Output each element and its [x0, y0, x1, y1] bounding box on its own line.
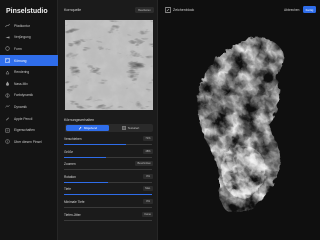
pencil-icon: [5, 116, 10, 121]
setting-row: Zoomen Beschnitten: [58, 161, 158, 173]
panel-header: Kornquelle Bearbeiten: [58, 0, 158, 20]
segment-moving-label: Mitgehend: [83, 126, 98, 130]
setting-slider-fill: [64, 181, 108, 183]
setting-label: Verschieben: [64, 137, 82, 141]
setting-slider-fill: [64, 194, 152, 196]
setting-label: Zoomen: [64, 162, 76, 167]
sidebar-item-grain[interactable]: Körnung: [0, 54, 58, 67]
setting-label: Tiefen-Jitter: [64, 212, 81, 217]
stroke-path-icon: [5, 23, 10, 28]
sidebar-item-shape[interactable]: Form: [0, 43, 58, 55]
setting-row: Rotation 0%: [58, 173, 158, 186]
sidebar-item-label: Pfadkontur: [14, 23, 30, 28]
sidebar-item-rendering[interactable]: Rendering: [0, 66, 58, 78]
color-dynamics-icon: [5, 93, 10, 98]
grain-texture-image: [65, 20, 153, 110]
sidebar-item-label: Verjüngung: [14, 35, 31, 40]
setting-value[interactable]: 0%: [143, 199, 153, 204]
segment-texturized[interactable]: Texturiert: [109, 125, 152, 131]
grain-icon: [5, 58, 10, 63]
sidebar-item-label: Form: [14, 46, 22, 51]
brush-stroke-preview: [158, 0, 320, 240]
cancel-button[interactable]: Abbrechen: [284, 8, 299, 12]
sidebar-item-label: Über diesen Pinsel: [14, 139, 42, 144]
sidebar-item-label: Apple Pencil: [14, 116, 33, 121]
grain-source-title: Kornquelle: [64, 8, 82, 12]
setting-value[interactable]: Max.: [143, 186, 153, 192]
setting-value[interactable]: 71%: [143, 136, 153, 141]
texture-icon: [121, 126, 126, 130]
setting-row: Minimale Tiefe 0%: [58, 199, 158, 211]
done-button[interactable]: Fertig: [303, 6, 316, 13]
setting-value[interactable]: Beschnitten: [135, 161, 153, 167]
segment-texturized-label: Texturiert: [127, 126, 140, 130]
info-icon: [5, 139, 10, 144]
sidebar-item-taper[interactable]: Verjüngung: [0, 32, 58, 44]
edit-grain-button[interactable]: Bearbeiten: [135, 7, 154, 13]
wet-mix-icon: [5, 81, 10, 87]
sidebar-item-properties[interactable]: Eigenschaften: [0, 124, 58, 136]
setting-row: Verschieben 71%: [58, 136, 158, 148]
sidebar-item-label: Eigenschaften: [14, 128, 35, 133]
sidebar-item-label: Nass-Mix: [14, 81, 28, 86]
grain-behavior-segmented-control: Mitgehend Texturiert: [65, 124, 153, 132]
sidebar-item-pencil[interactable]: Apple Pencil: [0, 113, 58, 125]
shape-icon: [5, 46, 10, 52]
sidebar: Pinselstudio Pfadkontur Verjüngung Form Kör…: [0, 0, 58, 240]
setting-slider[interactable]: [64, 144, 152, 145]
segment-moving[interactable]: Mitgehend: [66, 125, 109, 131]
brush-stroke-image: [197, 37, 284, 214]
app-title: Pinselstudio: [6, 8, 48, 15]
setting-label: Größe: [64, 149, 74, 154]
sidebar-item-label: Körnung: [14, 58, 27, 63]
setting-label: Rotation: [64, 174, 76, 179]
drawing-pad-title: Zeichenblock: [173, 8, 195, 12]
brush-icon: [78, 126, 82, 130]
sidebar-item-stroke-path[interactable]: Pfadkontur: [0, 20, 58, 32]
rendering-icon: [5, 70, 10, 75]
setting-slider[interactable]: [64, 181, 152, 183]
sidebar-item-color-dynamics[interactable]: Farbdynamik: [0, 90, 58, 102]
dynamics-icon: [5, 104, 10, 109]
grain-settings-panel: Kornquelle Bearbeiten Körnungsverhalten: [58, 0, 158, 240]
setting-label: Minimale Tiefe: [64, 200, 85, 204]
sidebar-item-label: Rendering: [14, 70, 30, 75]
grain-source-preview[interactable]: [65, 20, 153, 110]
setting-slider[interactable]: [64, 169, 152, 171]
setting-row: Größe 48%: [58, 148, 158, 161]
sidebar-item-label: Dynamik: [14, 104, 27, 109]
setting-slider[interactable]: [64, 219, 152, 221]
sidebar-nav: Pfadkontur Verjüngung Form Körnung Rendering…: [0, 20, 58, 148]
taper-icon: [5, 35, 10, 40]
setting-slider[interactable]: [64, 194, 152, 196]
setting-row: Tiefen-Jitter Keine: [58, 211, 158, 224]
setting-slider-fill: [64, 144, 127, 145]
setting-label: Tiefe: [64, 187, 71, 192]
setting-row: Tiefe Max.: [58, 186, 158, 198]
setting-value[interactable]: Keine: [142, 211, 153, 217]
setting-value[interactable]: 48%: [143, 148, 153, 154]
properties-icon: [5, 128, 10, 133]
sidebar-item-info[interactable]: Über diesen Pinsel: [0, 136, 58, 148]
setting-slider[interactable]: [64, 207, 152, 208]
grain-behavior-title: Körnungsverhalten: [64, 118, 95, 122]
drawing-pad[interactable]: Zeichenblock Abbrechen Fertig: [158, 0, 320, 240]
setting-slider-fill: [64, 156, 107, 158]
setting-value[interactable]: 0%: [143, 173, 153, 179]
setting-slider[interactable]: [64, 156, 152, 158]
sidebar-item-wet-mix[interactable]: Nass-Mix: [0, 78, 58, 90]
sidebar-item-label: Farbdynamik: [14, 93, 34, 98]
sidebar-item-dynamics[interactable]: Dynamik: [0, 101, 58, 113]
edit-icon[interactable]: [165, 7, 171, 13]
